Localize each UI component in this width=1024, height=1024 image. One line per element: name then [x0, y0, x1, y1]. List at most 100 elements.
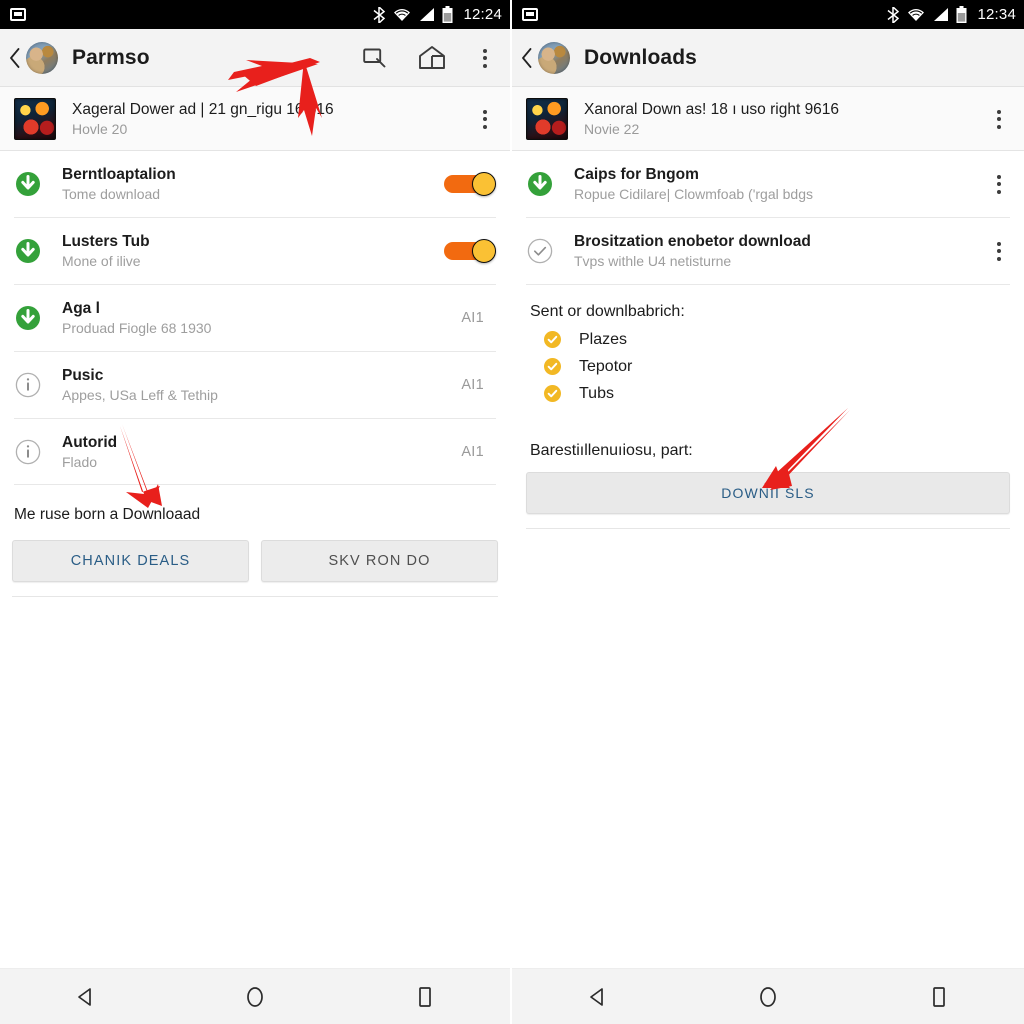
- home-circle-icon[interactable]: [223, 977, 287, 1017]
- status-bar-left-icons: [10, 8, 26, 21]
- status-bar-right-icons: 12:24: [373, 6, 502, 23]
- overflow-menu-icon[interactable]: [474, 105, 496, 133]
- list-item[interactable]: Berntloaptalion Tome download: [0, 151, 510, 218]
- header-download-item[interactable]: Xageral Dower ad | 21 gn_rigu 16 616 Hov…: [0, 87, 510, 151]
- right-status-bar: 12:34: [512, 0, 1024, 29]
- right-app-bar: Downloads: [512, 29, 1024, 87]
- dual-screenshot: 12:24 Parmso Xageral Dower ad | 21 gn_ri…: [0, 0, 1024, 1024]
- avatar[interactable]: [26, 42, 58, 74]
- nav-gap: [0, 952, 510, 968]
- skv-ron-do-button[interactable]: SKV RON DO: [261, 539, 498, 582]
- list-item-subtitle: Ropue Cidilare| Clowmfoab ('rgal bdgs: [574, 186, 813, 203]
- list-item-subtitle: Appes, USa Leff & Tethip: [62, 387, 218, 403]
- list-item-title: Brositzation enobetor download: [574, 232, 811, 250]
- list-item-subtitle: Tome download: [62, 186, 161, 203]
- signal-icon: [934, 8, 949, 21]
- status-bar-clock: 12:24: [463, 6, 502, 23]
- list-item-trailing-text: AI1: [461, 443, 484, 460]
- left-status-bar: 12:24: [0, 0, 510, 29]
- checklist-item-label: Tepotor: [579, 357, 633, 375]
- toggle-switch[interactable]: [444, 172, 496, 197]
- battery-icon: [956, 6, 967, 23]
- left-empty-area: [0, 596, 510, 952]
- home-circle-icon[interactable]: [736, 977, 800, 1017]
- page-title: Downloads: [584, 46, 697, 69]
- list-item-texts: Aga l Produad Fiogle 68 1930: [62, 299, 449, 338]
- header-item-title: Xanoral Down as! 18 ı uso right 9616: [584, 100, 840, 118]
- back-triangle-icon[interactable]: [565, 977, 629, 1017]
- avatar[interactable]: [538, 42, 570, 74]
- right-downloads-list: Caips for Bngom Ropue Cidilare| Clowmfoa…: [512, 151, 1024, 285]
- sim-card-icon: [522, 8, 538, 21]
- left-settings-list: Berntloaptalion Tome download Lusters Tu…: [0, 151, 510, 486]
- list-item-subtitle: Produad Fiogle 68 1930: [62, 320, 212, 337]
- download-circle-icon: [14, 304, 42, 332]
- list-item-trailing-text: AI1: [461, 377, 484, 394]
- header-item-subtitle: Novie 22: [584, 121, 640, 138]
- cast-box-icon[interactable]: [418, 44, 446, 72]
- check-circle-outline-icon: [526, 237, 554, 265]
- header-item-title: Xageral Dower ad | 21 gn_rigu 16 616: [72, 100, 334, 118]
- back-chevron-icon[interactable]: [6, 41, 24, 75]
- list-item-trailing: [444, 172, 496, 197]
- right-empty-area: [512, 528, 1024, 952]
- list-item-title: Caips for Bngom: [574, 166, 699, 183]
- download-part-note: Barestiıllenuıiosu, part:: [530, 441, 693, 459]
- download-circle-icon: [14, 237, 42, 265]
- list-item[interactable]: Aga l Produad Fiogle 68 1930 AI1: [0, 285, 510, 352]
- movie-thumbnail: [526, 98, 568, 140]
- download-note: Me ruse born a Downloaad: [14, 506, 201, 524]
- header-item-subtitle: Hovle 20: [72, 121, 128, 138]
- battery-icon: [442, 6, 453, 23]
- header-item-texts: Xanoral Down as! 18 ı uso right 9616 Nov…: [584, 100, 988, 138]
- status-bar-right-icons: 12:34: [887, 6, 1016, 23]
- list-item-trailing: [988, 237, 1010, 265]
- info-circle-icon: [14, 438, 42, 466]
- list-item-title: Lusters Tub: [62, 232, 150, 250]
- list-item-title: Autorid: [62, 433, 118, 451]
- download-button-wrap: DOWNII SLS: [512, 471, 1024, 514]
- list-item-title: Berntloaptalion: [62, 166, 176, 183]
- sent-or-download-section: Sent or downlbabrich: Plazes Tepotor Tub…: [512, 285, 1024, 418]
- list-item[interactable]: Caips for Bngom Ropue Cidilare| Clowmfoa…: [512, 151, 1024, 218]
- downloads-button[interactable]: DOWNII SLS: [526, 471, 1010, 514]
- list-item-subtitle: Tvps withle U4 netisturne: [574, 253, 732, 270]
- overflow-menu-icon[interactable]: [988, 170, 1010, 198]
- list-item[interactable]: Autorid Flado AI1: [0, 419, 510, 486]
- info-circle-icon: [14, 371, 42, 399]
- list-item-texts: Berntloaptalion Tome download: [62, 165, 432, 204]
- overflow-menu-icon[interactable]: [988, 105, 1010, 133]
- status-bar-clock: 12:34: [977, 6, 1016, 23]
- toggle-switch[interactable]: [444, 239, 496, 264]
- search-icon[interactable]: [362, 44, 390, 72]
- overflow-menu-icon[interactable]: [988, 237, 1010, 265]
- list-item: Tepotor: [544, 358, 1010, 376]
- list-item-texts: Pusic Appes, USa Leff & Tethip: [62, 366, 449, 405]
- chanik-deals-button[interactable]: CHANIK DEALS: [12, 539, 249, 582]
- list-item-trailing: [988, 170, 1010, 198]
- check-circle-filled-icon: [544, 331, 561, 349]
- action-button-row: CHANIK DEALS SKV RON DO: [0, 539, 510, 596]
- recents-square-icon[interactable]: [907, 977, 971, 1017]
- list-item[interactable]: Lusters Tub Mone of ilive: [0, 218, 510, 285]
- checklist-title: Sent or downlbabrich:: [530, 302, 685, 320]
- check-circle-filled-icon: [544, 358, 561, 376]
- checklist-item-label: Plazes: [579, 330, 628, 348]
- header-item-texts: Xageral Dower ad | 21 gn_rigu 16 616 Hov…: [72, 100, 474, 138]
- list-item-title: Pusic: [62, 366, 104, 384]
- list-item[interactable]: Pusic Appes, USa Leff & Tethip AI1: [0, 352, 510, 419]
- download-circle-icon: [526, 170, 554, 198]
- bluetooth-icon: [887, 6, 900, 23]
- overflow-menu-icon[interactable]: [474, 44, 496, 72]
- wifi-icon: [908, 9, 925, 21]
- back-chevron-icon[interactable]: [518, 41, 536, 75]
- header-download-item[interactable]: Xanoral Down as! 18 ı uso right 9616 Nov…: [512, 87, 1024, 151]
- sim-card-icon: [10, 8, 26, 21]
- recents-square-icon[interactable]: [393, 977, 457, 1017]
- list-item-trailing: AI1: [461, 444, 496, 460]
- list-item[interactable]: Brositzation enobetor download Tvps with…: [512, 218, 1024, 285]
- back-triangle-icon[interactable]: [53, 977, 117, 1017]
- left-app-bar: Parmso: [0, 29, 510, 87]
- bluetooth-icon: [373, 6, 386, 23]
- signal-icon: [420, 8, 435, 21]
